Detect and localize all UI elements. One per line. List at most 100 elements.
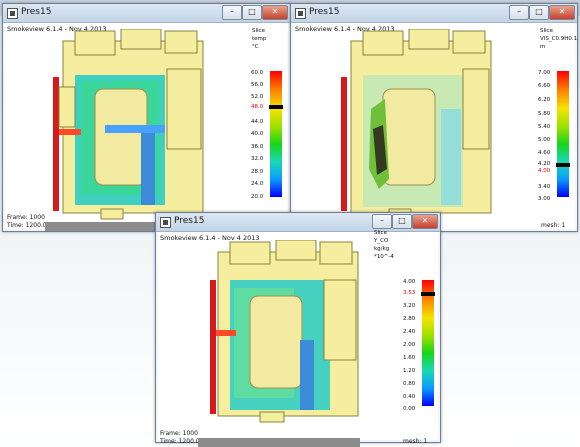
east-wing [166, 68, 202, 150]
colorbar-label: 5.80 [538, 111, 551, 117]
roof-block-right [319, 241, 353, 265]
smokeview-canvas[interactable]: Smokeview 6.1.4 - Nov 4 2013 Slice temp … [5, 23, 288, 231]
colorbar-label: 36.0 [251, 144, 264, 150]
colorbar-label: 7.00 [538, 70, 551, 76]
roof-block-left [229, 241, 271, 265]
visibility-east-stripe [441, 109, 461, 205]
app-icon[interactable] [160, 217, 171, 228]
colorbar-label: 5.00 [538, 137, 551, 143]
app-icon[interactable] [7, 8, 18, 19]
frame-label: Frame: 1000 [7, 214, 45, 221]
roof-block-center [275, 240, 317, 261]
colorbar-label: 3.20 [403, 303, 416, 309]
colorbar-units: m [540, 44, 546, 50]
floorplan-slice-co[interactable] [200, 240, 370, 425]
roof-block-left [74, 30, 116, 56]
colorbar-label: 2.40 [403, 329, 416, 335]
hot-corridor [59, 129, 81, 135]
colorbar-label-highlight: 4.00 [538, 168, 551, 174]
time-progress-bar[interactable] [198, 438, 360, 447]
colorbar-marker [269, 105, 283, 109]
colorbar-label: 0.00 [403, 406, 416, 412]
colorbar-label: 56.0 [251, 82, 264, 88]
inner-court [382, 88, 436, 186]
roof-block-center [408, 29, 450, 50]
colorbar-scale: *10^-4 [374, 254, 394, 260]
colorbar-header: Slice VIS_C0.9H0.1 m [540, 27, 577, 51]
colorbar-label-highlight: 48.0 [251, 104, 264, 110]
smokeview-canvas[interactable]: Smokeview 6.1.4 - Nov 4 2013 Slice VIS_C… [293, 23, 577, 229]
colorbar-label: 32.0 [251, 156, 264, 162]
roof-block-right [164, 30, 198, 54]
hot-wall-strip [210, 280, 216, 414]
hot-corridor [216, 330, 236, 336]
colorbar-label: 60.0 [251, 70, 264, 76]
colorbar-header: Slice temp °C [252, 27, 266, 51]
colorbar-units: kg/kg [374, 246, 390, 252]
smokeview-window-vis[interactable]: Pres15 – □ ✕ Smokeview 6.1.4 - Nov 4 201… [290, 3, 578, 232]
minimize-button[interactable]: – [509, 5, 529, 20]
time-label: Time: 1200.0 [160, 438, 200, 445]
window-titlebar[interactable]: Pres15 – □ ✕ [156, 213, 440, 232]
colorbar-label: 24.0 [251, 181, 264, 187]
mesh-label: mesh: 1 [541, 222, 566, 229]
mesh-label: mesh: 1 [403, 438, 428, 445]
roof-block-right [452, 30, 486, 54]
south-stair [100, 208, 124, 220]
close-button[interactable]: ✕ [549, 5, 575, 20]
window-title: Pres15 [174, 216, 205, 226]
roof-block-center [120, 29, 162, 50]
colorbar-label: 28.0 [251, 169, 264, 175]
minimize-button[interactable]: – [222, 5, 242, 20]
close-button[interactable]: ✕ [262, 5, 288, 20]
colorbar-heading-line: Slice [540, 28, 553, 34]
colorbar-label: 6.60 [538, 83, 551, 89]
minimize-button[interactable]: – [372, 214, 392, 229]
west-rooms [58, 86, 76, 128]
time-label: Time: 1200.0 [7, 222, 47, 229]
colorbar-label: 52.0 [251, 94, 264, 100]
colorbar-label: 1.20 [403, 368, 416, 374]
colorbar-quantity: temp [252, 36, 267, 42]
colorbar-label: 4.60 [538, 150, 551, 156]
floorplan-slice-vis[interactable] [333, 29, 503, 224]
frame-label: Frame: 1000 [160, 430, 198, 437]
south-stair [259, 411, 285, 423]
app-icon[interactable] [295, 8, 306, 19]
colorbar-heading-line: Slice [252, 28, 265, 34]
colorbar-marker [556, 163, 570, 167]
colorbar-header: Slice Y_CO kg/kg *10^-4 [374, 229, 394, 261]
window-titlebar[interactable]: Pres15 – □ ✕ [291, 4, 577, 23]
colorbar-quantity: Y_CO [374, 238, 389, 244]
colorbar-label: 0.80 [403, 381, 416, 387]
maximize-button[interactable]: □ [529, 5, 549, 20]
hot-wall-strip [53, 77, 59, 211]
smokeview-canvas[interactable]: Smokeview 6.1.4 - Nov 4 2013 Slice Y_CO … [158, 229, 438, 447]
colorbar [556, 71, 570, 197]
maximize-button[interactable]: □ [392, 214, 412, 229]
colorbar-label: 4.00 [403, 279, 416, 285]
floorplan-slice-temp[interactable] [45, 29, 215, 224]
smokeview-window-temp[interactable]: Pres15 – □ ✕ Smokeview 6.1.4 - Nov 4 201… [2, 3, 291, 232]
colorbar-units: °C [252, 44, 259, 50]
colorbar-label: 20.0 [251, 194, 264, 200]
inner-court [249, 295, 303, 389]
stair-column [141, 133, 155, 205]
east-wing [323, 279, 357, 361]
colorbar-label: 3.40 [538, 184, 551, 190]
colorbar-label: 40.0 [251, 131, 264, 137]
colorbar-marker [421, 292, 435, 296]
colorbar-label: 5.40 [538, 124, 551, 130]
smokeview-window-co[interactable]: Pres15 – □ ✕ Smokeview 6.1.4 - Nov 4 201… [155, 212, 441, 447]
inner-court [94, 88, 148, 186]
close-button[interactable]: ✕ [412, 214, 438, 229]
east-wing [462, 68, 490, 150]
corridor-hot-band [105, 125, 165, 133]
colorbar-label: 44.0 [251, 119, 264, 125]
maximize-button[interactable]: □ [242, 5, 262, 20]
window-title: Pres15 [21, 7, 52, 17]
stair-column [300, 340, 314, 410]
window-titlebar[interactable]: Pres15 – □ ✕ [3, 4, 290, 23]
window-title: Pres15 [309, 7, 340, 17]
roof-block-left [362, 30, 404, 56]
